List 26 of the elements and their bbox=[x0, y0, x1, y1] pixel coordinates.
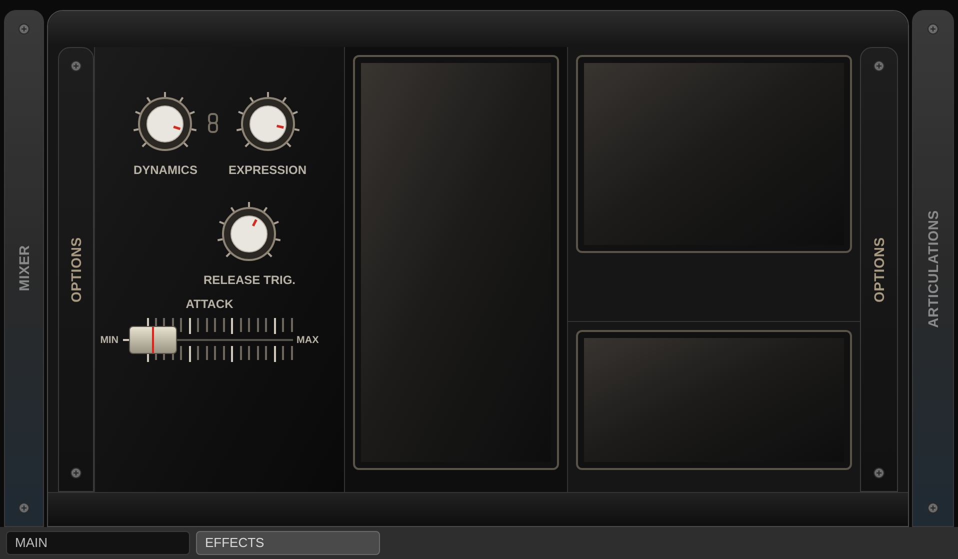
screw-icon bbox=[18, 23, 30, 35]
screw-icon bbox=[18, 502, 30, 514]
knob-label: EXPRESSION bbox=[228, 162, 307, 179]
side-panel[interactable]: ARTICULATIONS bbox=[912, 10, 954, 527]
side-tab-label[interactable]: OPTIONS bbox=[66, 236, 86, 302]
side-panel[interactable]: OPTIONS bbox=[58, 47, 94, 492]
max-label: MAX bbox=[296, 334, 319, 348]
knob-label: ATTACK bbox=[186, 296, 234, 313]
side-tab-label[interactable]: ARTICULATIONS bbox=[922, 210, 944, 328]
side-tab-label[interactable]: MIXER bbox=[14, 245, 34, 292]
knob-label: DYNAMICS bbox=[133, 162, 198, 179]
screw-icon bbox=[927, 23, 939, 35]
screw-icon bbox=[70, 467, 82, 479]
knob-label: RELEASE TRIG. bbox=[203, 272, 296, 289]
side-panel[interactable]: OPTIONS bbox=[860, 47, 898, 492]
screw-icon bbox=[873, 60, 885, 72]
screw-icon bbox=[873, 467, 885, 479]
screw-icon bbox=[927, 502, 939, 514]
side-tab-label[interactable]: OPTIONS bbox=[868, 236, 890, 302]
min-label: MIN bbox=[100, 334, 119, 348]
link-icon[interactable] bbox=[208, 113, 218, 133]
attack-slider-thumb[interactable] bbox=[128, 326, 177, 354]
page-tab[interactable]: EFFECTS bbox=[196, 531, 380, 555]
page-tab[interactable]: MAIN bbox=[6, 531, 190, 555]
screw-icon bbox=[70, 60, 82, 72]
side-panel[interactable]: MIXER bbox=[4, 10, 44, 527]
